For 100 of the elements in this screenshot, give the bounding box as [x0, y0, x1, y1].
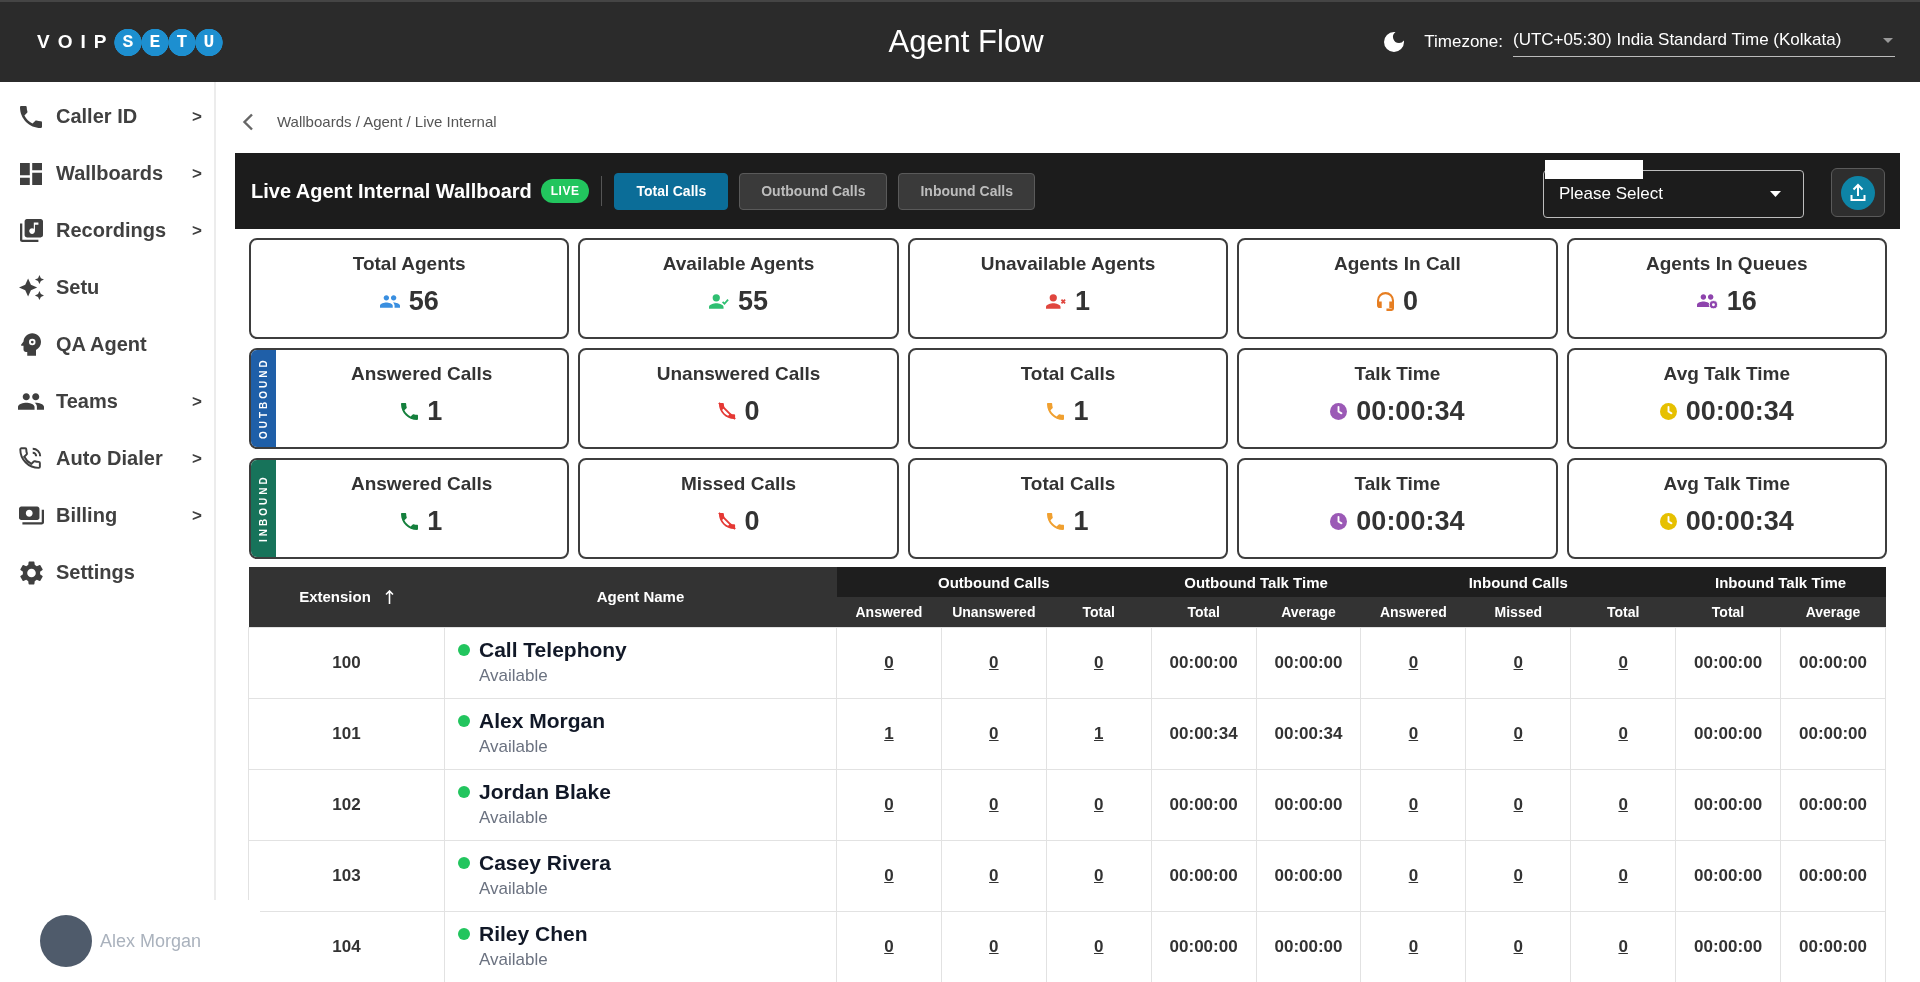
agent-name: Alex Morgan: [479, 708, 606, 733]
column-header[interactable]: Agent Name: [444, 567, 837, 627]
clock-icon: [1659, 512, 1677, 530]
count-link[interactable]: 0: [1513, 936, 1523, 956]
count-link[interactable]: 0: [1513, 794, 1523, 814]
count-link[interactable]: 0: [1094, 936, 1104, 956]
upload-button[interactable]: [1831, 168, 1885, 217]
count-link[interactable]: 0: [884, 652, 894, 672]
stat-value: 55: [738, 285, 769, 317]
stat-value: 16: [1726, 285, 1757, 317]
stat-value: 00:00:34: [1685, 395, 1794, 427]
count-link[interactable]: 0: [884, 794, 894, 814]
head-gear-icon: [21, 333, 41, 356]
column-header: Answered: [1360, 597, 1466, 627]
count-link[interactable]: 0: [1094, 794, 1104, 814]
count-link[interactable]: 0: [1408, 865, 1419, 885]
count-link[interactable]: 0: [1408, 723, 1419, 743]
clock-icon: [1330, 402, 1348, 420]
sidebar-item[interactable]: QA Agent: [0, 316, 214, 373]
count-link[interactable]: 0: [1408, 652, 1419, 672]
table-cell: 00:00:00: [1151, 769, 1257, 840]
count-link[interactable]: 0: [1513, 865, 1523, 885]
stat-title: Available Agents: [662, 252, 815, 275]
sidebar-item[interactable]: Teams >: [0, 373, 214, 430]
stat-title: Answered Calls: [350, 362, 493, 385]
count-link[interactable]: 1: [884, 723, 894, 743]
column-header: Average: [1780, 597, 1886, 627]
tab[interactable]: Inbound Calls: [898, 172, 1035, 210]
table-cell: 00:00:00: [1780, 698, 1886, 769]
stat-value: 1: [1074, 285, 1090, 317]
phone-icon: [1047, 512, 1065, 530]
avatar: [40, 915, 92, 967]
count-link[interactable]: 0: [989, 794, 999, 814]
tab[interactable]: Total Calls: [614, 172, 729, 210]
caret-icon: [1883, 37, 1893, 43]
table-cell: 102: [248, 769, 445, 840]
count-link[interactable]: 0: [989, 936, 999, 956]
stat-value: 00:00:34: [1685, 505, 1794, 537]
count-link[interactable]: 0: [1094, 865, 1104, 885]
count-link[interactable]: 0: [1618, 794, 1628, 814]
count-link[interactable]: 0: [1618, 936, 1628, 956]
breadcrumb[interactable]: Wallboards / Agent / Live Internal: [277, 113, 497, 130]
table-cell: 00:00:00: [1675, 840, 1781, 911]
count-link[interactable]: 0: [1513, 723, 1523, 743]
people-gear-icon: [1696, 293, 1718, 309]
table-cell: 00:00:00: [1256, 840, 1361, 911]
column-group-header: Inbound Calls: [1360, 567, 1676, 597]
stat-title: Agents In Queues: [1646, 252, 1808, 275]
count-link[interactable]: 0: [1618, 865, 1628, 885]
count-link[interactable]: 0: [884, 865, 894, 885]
stat-title: Avg Talk Time: [1663, 362, 1790, 385]
sidebar-item[interactable]: Auto Dialer >: [0, 430, 214, 487]
table-cell: 00:00:00: [1151, 840, 1257, 911]
direction-label: INBOUND: [251, 460, 276, 557]
clock-icon: [1659, 402, 1677, 420]
count-link[interactable]: 0: [989, 865, 999, 885]
column-header: Total: [1570, 597, 1676, 627]
timezone-select[interactable]: (UTC+05:30) India Standard Time (Kolkata): [1513, 27, 1895, 57]
stat-value: 00:00:34: [1356, 505, 1465, 537]
count-link[interactable]: 0: [1618, 652, 1628, 672]
agent-status: Available: [479, 878, 548, 899]
table-cell: 00:00:00: [1780, 627, 1886, 698]
sort-arrow-icon[interactable]: [384, 589, 394, 604]
count-link[interactable]: 0: [989, 652, 999, 672]
table-cell: 00:00:00: [1675, 698, 1781, 769]
count-link[interactable]: 1: [1094, 723, 1104, 743]
column-header[interactable]: Extension: [248, 567, 445, 627]
count-link[interactable]: 0: [884, 936, 894, 956]
stat-value: 00:00:34: [1356, 395, 1465, 427]
stat-title: Talk Time: [1354, 472, 1441, 495]
user-name: Alex Morgan: [100, 930, 202, 952]
sidebar-item[interactable]: Wallboards >: [0, 145, 214, 202]
back-icon[interactable]: [242, 112, 254, 131]
count-link[interactable]: 0: [1408, 936, 1419, 956]
table-cell: 00:00:00: [1780, 840, 1886, 911]
count-link[interactable]: 0: [1618, 723, 1628, 743]
agent-name: Riley Chen: [479, 921, 588, 946]
sidebar-item[interactable]: Caller ID >: [0, 88, 214, 145]
clock-icon: [1330, 512, 1348, 530]
count-link[interactable]: 0: [1094, 652, 1104, 672]
settings-icon: [19, 560, 43, 585]
agent-name: Call Telephony: [479, 637, 627, 662]
tab[interactable]: Outbound Calls: [739, 172, 888, 210]
count-link[interactable]: 0: [1513, 652, 1523, 672]
dashboard-icon: [20, 162, 42, 185]
sidebar-item[interactable]: Settings: [0, 544, 214, 601]
sidebar-item[interactable]: Setu: [0, 259, 214, 316]
stat-value: 56: [408, 285, 439, 317]
timezone-label: Timezone:: [1424, 32, 1503, 52]
sidebar-item[interactable]: Recordings >: [0, 202, 214, 259]
people-icon: [379, 294, 400, 308]
stat-value: 0: [744, 505, 760, 537]
stat-title: Total Calls: [1020, 362, 1116, 385]
table-cell: 00:00:00: [1780, 769, 1886, 840]
moon-icon[interactable]: [1384, 32, 1405, 52]
sidebar-item[interactable]: Billing >: [0, 487, 214, 544]
stat-title: Avg Talk Time: [1663, 472, 1790, 495]
count-link[interactable]: 0: [1408, 794, 1419, 814]
count-link[interactable]: 0: [989, 723, 999, 743]
stat-title: Missed Calls: [681, 472, 797, 495]
